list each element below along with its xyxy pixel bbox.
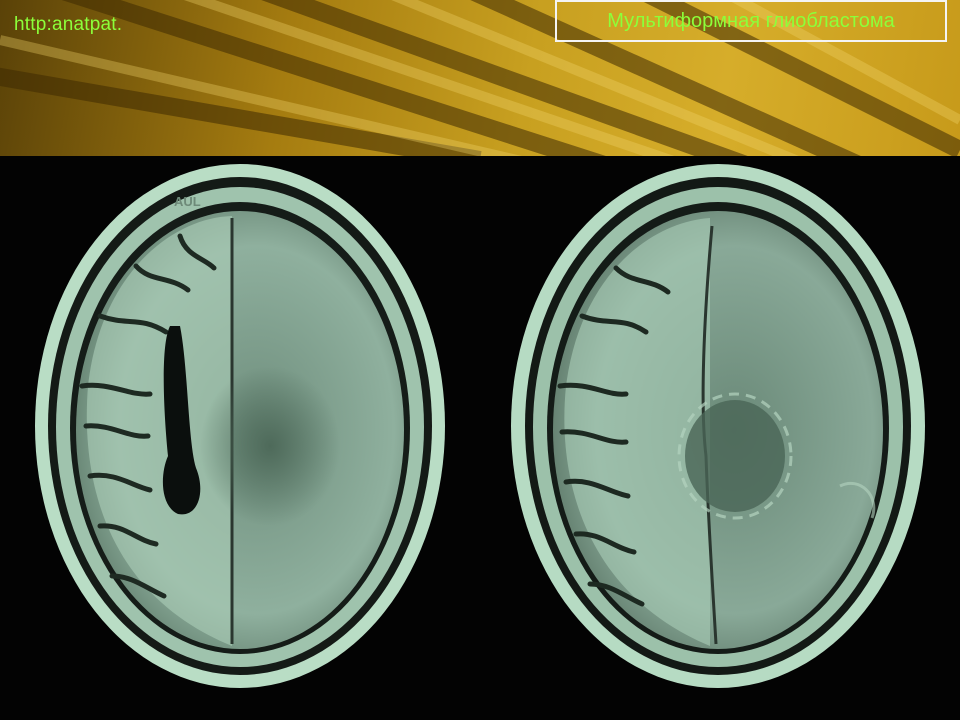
scan-label-left: AUL [174,194,201,209]
page-title: Мультиформная глиобластома [607,9,895,32]
site-url-text: http:anatpat. [14,14,123,35]
mri-scan-right [511,164,925,688]
header-banner: http:anatpat. Мультиформная глиобластома [0,0,960,156]
title-box: Мультиформная глиобластома [555,0,947,42]
mri-image-area: AUL [0,156,960,720]
mri-scan-left: AUL [35,164,445,688]
